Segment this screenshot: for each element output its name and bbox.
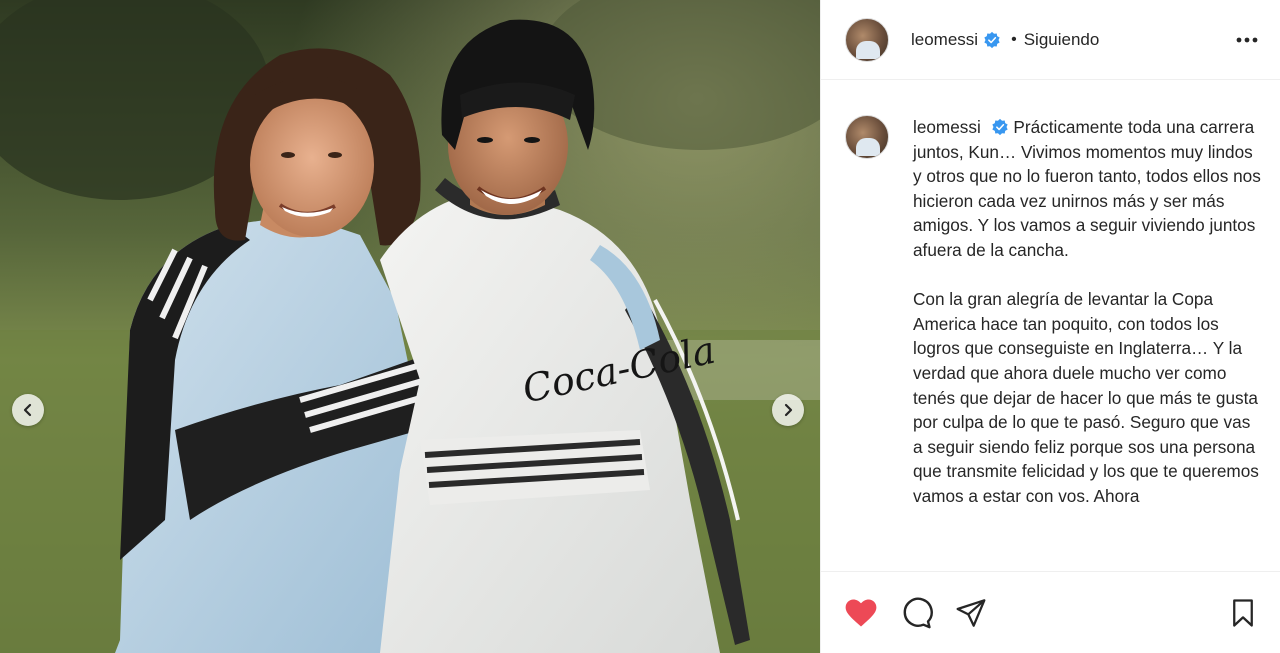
paper-plane-icon (956, 598, 986, 627)
heart-icon (845, 599, 877, 626)
post-side-panel: leomessi • Siguiendo leomessi Prácticame… (820, 0, 1280, 653)
post-header: leomessi • Siguiendo (821, 0, 1280, 80)
share-button[interactable] (953, 595, 989, 631)
photo-illustration: Coca-Cola (0, 0, 820, 653)
bookmark-icon (1233, 598, 1253, 627)
carousel-prev-button[interactable] (12, 394, 44, 426)
caption-body-1: Prácticamente toda una carrera juntos, K… (913, 117, 1261, 260)
chevron-left-icon (23, 403, 32, 417)
caption-paragraph-2: Con la gran alegría de levantar la Copa … (913, 289, 1259, 506)
caption-username[interactable]: leomessi (913, 117, 981, 137)
header-username[interactable]: leomessi (911, 30, 978, 50)
ellipsis-icon (1236, 37, 1258, 42)
caption-section: leomessi Prácticamente toda una carrera … (821, 81, 1280, 571)
caption-paragraph-1: leomessi Prácticamente toda una carrera … (913, 115, 1261, 263)
verified-badge-icon (984, 31, 1000, 48)
carousel-next-button[interactable] (772, 394, 804, 426)
comment-icon (903, 597, 933, 628)
header-separator: • (1011, 30, 1017, 48)
like-button[interactable] (843, 595, 879, 631)
save-button[interactable] (1225, 595, 1261, 631)
verified-badge-icon (991, 118, 1008, 136)
action-bar (821, 571, 1280, 653)
post-photo[interactable]: Coca-Cola (0, 0, 820, 653)
caption-avatar[interactable] (845, 115, 889, 159)
following-button[interactable]: Siguiendo (1024, 30, 1100, 50)
comment-button[interactable] (898, 595, 934, 631)
more-options-button[interactable] (1234, 27, 1260, 53)
chevron-right-icon (784, 403, 793, 417)
avatar[interactable] (845, 17, 889, 62)
caption-text: leomessi Prácticamente toda una carrera … (913, 115, 1261, 571)
